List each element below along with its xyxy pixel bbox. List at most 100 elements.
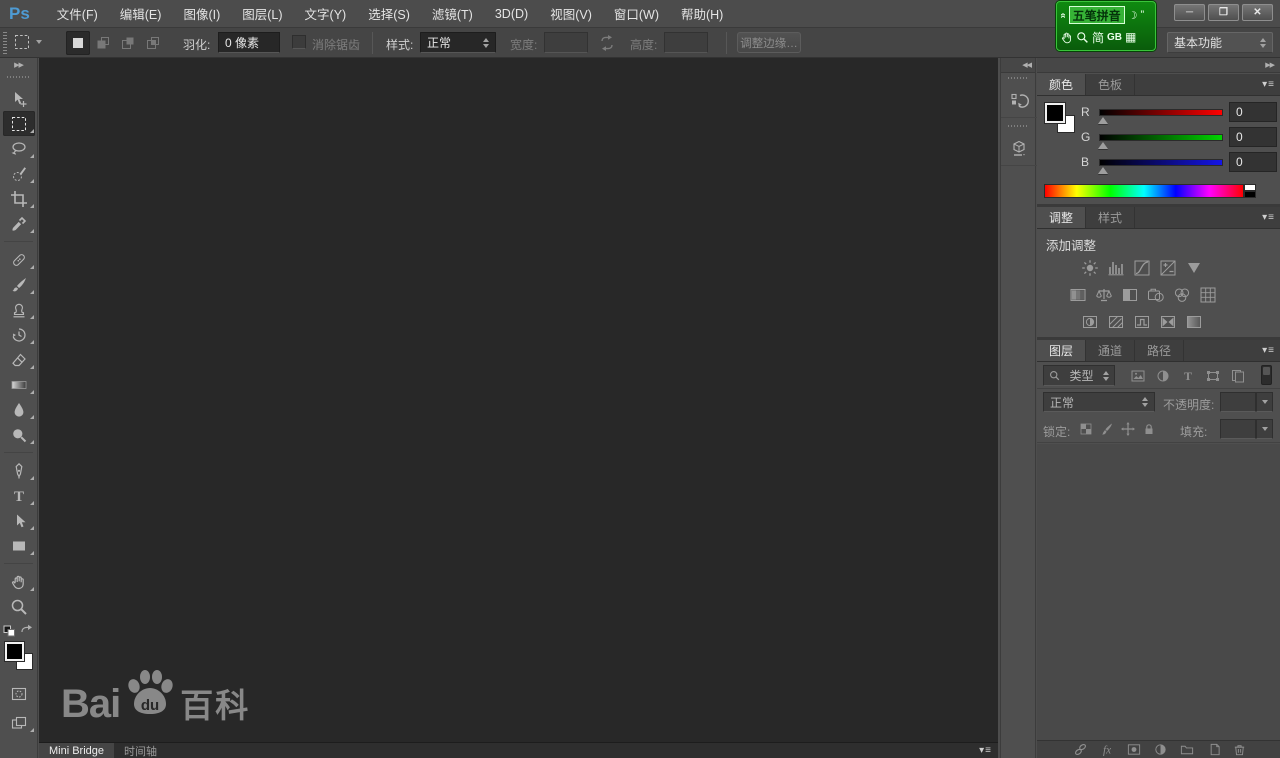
tab-color[interactable]: 颜色 [1037, 74, 1087, 95]
tool-eyedropper[interactable] [0, 211, 38, 236]
new-selection-button[interactable] [66, 31, 90, 55]
tool-lasso[interactable] [0, 136, 38, 161]
color-balance-button[interactable] [1093, 284, 1115, 306]
screen-mode-button[interactable] [0, 710, 38, 735]
subtract-from-selection-button[interactable] [116, 31, 140, 55]
properties-panel-button[interactable] [1001, 132, 1037, 166]
lock-transparent-pixels-button[interactable] [1079, 422, 1093, 436]
r-gradient-bar[interactable] [1099, 108, 1223, 116]
tool-path-selection[interactable] [0, 508, 38, 533]
foreground-color-swatch[interactable] [4, 641, 25, 662]
tool-spot-healing-brush[interactable] [0, 247, 38, 272]
r-value-input[interactable] [1229, 102, 1277, 122]
tool-preset-picker[interactable] [12, 32, 42, 52]
menu-edit[interactable]: 编辑(E) [109, 4, 173, 23]
b-value-input[interactable] [1229, 152, 1277, 172]
tool-horizontal-type[interactable]: T [0, 483, 38, 508]
moon-icon[interactable]: ☽ [1128, 9, 1138, 22]
default-colors-icon[interactable] [3, 621, 17, 637]
g-gradient-bar[interactable] [1099, 133, 1223, 141]
tool-brush[interactable] [0, 272, 38, 297]
photo-filter-button[interactable] [1145, 284, 1167, 306]
minidock-grip-1[interactable] [1008, 76, 1028, 81]
posterize-button[interactable] [1105, 311, 1127, 333]
black-white-button[interactable] [1119, 284, 1141, 306]
width-input[interactable] [544, 32, 588, 53]
lock-image-pixels-button[interactable] [1100, 422, 1114, 436]
r-slider[interactable] [1098, 116, 1108, 124]
delete-layer-button[interactable] [1232, 742, 1247, 757]
feather-input[interactable] [218, 32, 280, 53]
channel-mixer-button[interactable] [1171, 284, 1193, 306]
tab-styles[interactable]: 样式 [1086, 207, 1136, 228]
filter-pixel-layers-button[interactable] [1130, 368, 1146, 384]
ime-collapse-icon[interactable]: « [1057, 12, 1068, 18]
tool-quick-selection[interactable] [0, 161, 38, 186]
filter-adjustment-layers-button[interactable] [1155, 368, 1171, 384]
antialias-checkbox[interactable] [292, 35, 306, 49]
tool-hand[interactable] [0, 569, 38, 594]
add-to-selection-button[interactable] [91, 31, 115, 55]
opacity-dropdown-button[interactable] [1256, 392, 1273, 412]
new-group-button[interactable] [1179, 742, 1195, 757]
hue-saturation-button[interactable] [1067, 284, 1089, 306]
curves-button[interactable] [1131, 257, 1153, 279]
menu-layer[interactable]: 图层(L) [231, 4, 293, 23]
adjustments-panel-menu[interactable]: ▾≡ [1262, 207, 1280, 228]
fill-dropdown-button[interactable] [1256, 419, 1273, 439]
ime-toolbar[interactable]: « 五笔拼音 ☽ ” 简 GB ▦ [1056, 1, 1156, 51]
exposure-button[interactable] [1157, 257, 1179, 279]
g-value-input[interactable] [1229, 127, 1277, 147]
invert-button[interactable] [1079, 311, 1101, 333]
levels-button[interactable] [1105, 257, 1127, 279]
menu-select[interactable]: 选择(S) [357, 4, 421, 23]
height-input[interactable] [664, 32, 708, 53]
hand-ime-icon[interactable] [1060, 31, 1073, 44]
tool-pen[interactable] [0, 458, 38, 483]
layer-filter-toggle[interactable] [1261, 365, 1272, 385]
layers-panel-menu[interactable]: ▾≡ [1262, 340, 1280, 361]
menu-3d[interactable]: 3D(D) [484, 7, 539, 21]
tab-adjustments[interactable]: 调整 [1037, 207, 1087, 228]
close-button[interactable]: ✕ [1242, 4, 1273, 21]
brightness-contrast-button[interactable] [1079, 257, 1101, 279]
menu-help[interactable]: 帮助(H) [670, 4, 734, 23]
minidock-expand[interactable]: ◀◀ [1001, 58, 1035, 73]
spectrum-white-swatch[interactable] [1244, 184, 1256, 191]
intersect-selection-button[interactable] [141, 31, 165, 55]
restore-button[interactable]: ❐ [1208, 4, 1239, 21]
new-adjustment-layer-button[interactable] [1153, 742, 1168, 757]
selective-color-button[interactable] [1183, 311, 1205, 333]
toolbar-collapse[interactable]: ▶▶ [0, 58, 37, 72]
menu-filter[interactable]: 滤镜(T) [421, 4, 484, 23]
swap-colors-icon[interactable] [18, 621, 34, 637]
tool-history-brush[interactable] [0, 322, 38, 347]
new-layer-button[interactable] [1206, 742, 1221, 757]
tab-paths[interactable]: 路径 [1135, 340, 1185, 361]
vibrance-button[interactable] [1183, 257, 1205, 279]
ime-name[interactable]: 五笔拼音 [1068, 6, 1125, 24]
tab-swatches[interactable]: 色板 [1086, 74, 1136, 95]
workspace-switcher[interactable]: 基本功能 [1167, 32, 1273, 53]
add-layer-mask-button[interactable] [1126, 742, 1142, 757]
dock-collapse[interactable]: ▶▶ [1037, 58, 1280, 73]
gradient-map-button[interactable] [1157, 311, 1179, 333]
tab-mini-bridge[interactable]: Mini Bridge [39, 743, 115, 758]
menu-type[interactable]: 文字(Y) [294, 4, 358, 23]
layer-style-button[interactable]: fx [1099, 742, 1115, 757]
b-gradient-bar[interactable] [1099, 158, 1223, 166]
quick-mask-button[interactable] [0, 681, 38, 706]
color-lookup-button[interactable] [1197, 284, 1219, 306]
tool-eraser[interactable] [0, 347, 38, 372]
layer-filter-type-dropdown[interactable]: 类型 [1043, 365, 1115, 386]
color-panel-menu[interactable]: ▾≡ [1262, 74, 1280, 95]
lock-all-button[interactable] [1142, 422, 1156, 436]
bottom-panel-menu[interactable]: ▾≡ [979, 743, 998, 758]
opacity-value-box[interactable] [1220, 392, 1256, 412]
menu-image[interactable]: 图像(I) [172, 4, 231, 23]
minimize-button[interactable]: ─ [1174, 4, 1205, 21]
tab-layers[interactable]: 图层 [1037, 340, 1087, 361]
magnifier-ime-icon[interactable] [1076, 31, 1089, 44]
tool-clone-stamp[interactable] [0, 297, 38, 322]
tool-gradient[interactable] [0, 372, 38, 397]
